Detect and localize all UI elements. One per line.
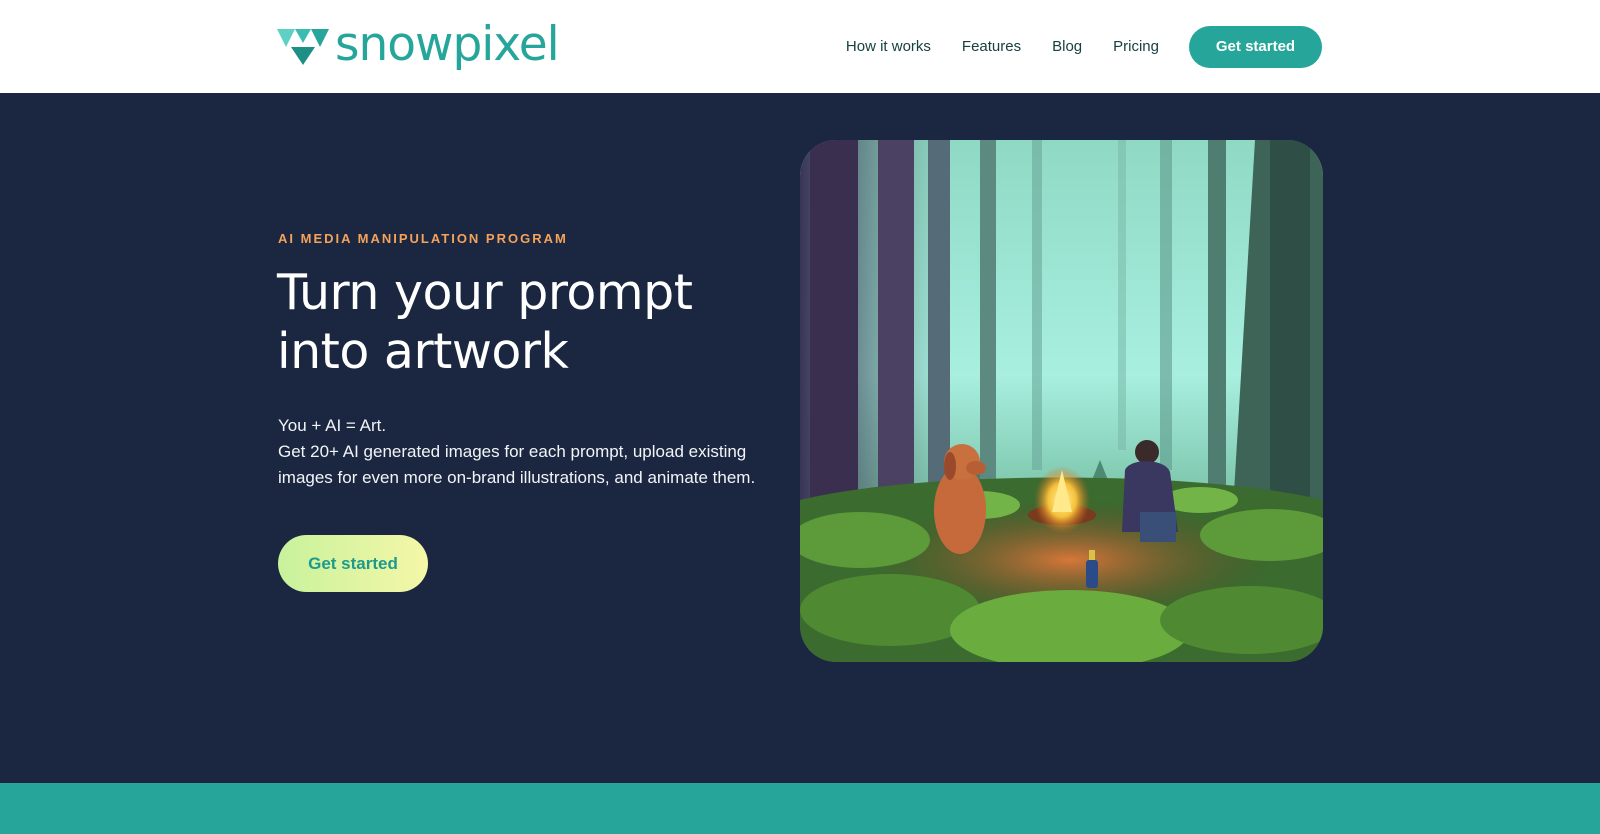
nav-features[interactable]: Features: [962, 38, 1021, 55]
hero-subtitle-line2: Get 20+ AI generated images for each pro…: [278, 442, 756, 487]
logo[interactable]: snowpixel: [277, 16, 560, 73]
hero-headline: Turn your prompt into artwork: [277, 264, 693, 380]
hero-subtitle: You + AI = Art. Get 20+ AI generated ima…: [278, 413, 758, 491]
nav-blog[interactable]: Blog: [1052, 38, 1082, 55]
hero-artwork-image: [800, 140, 1323, 662]
logo-text: snowpixel: [335, 16, 560, 72]
hero-section: AI MEDIA MANIPULATION PROGRAM Turn your …: [0, 93, 1600, 783]
hero-subtitle-line1: You + AI = Art.: [278, 416, 387, 435]
nav-how-it-works[interactable]: How it works: [846, 38, 931, 55]
site-header: snowpixel How it works Features Blog Pri…: [0, 0, 1600, 93]
main-nav: How it works Features Blog Pricing Get s…: [846, 25, 1322, 68]
hero-eyebrow: AI MEDIA MANIPULATION PROGRAM: [278, 231, 568, 246]
hero-get-started-button[interactable]: Get started: [278, 535, 428, 592]
nav-pricing[interactable]: Pricing: [1113, 38, 1159, 55]
footer-band: [0, 783, 1600, 834]
header-get-started-button[interactable]: Get started: [1189, 25, 1322, 68]
snowpixel-logo-icon: [277, 29, 329, 65]
